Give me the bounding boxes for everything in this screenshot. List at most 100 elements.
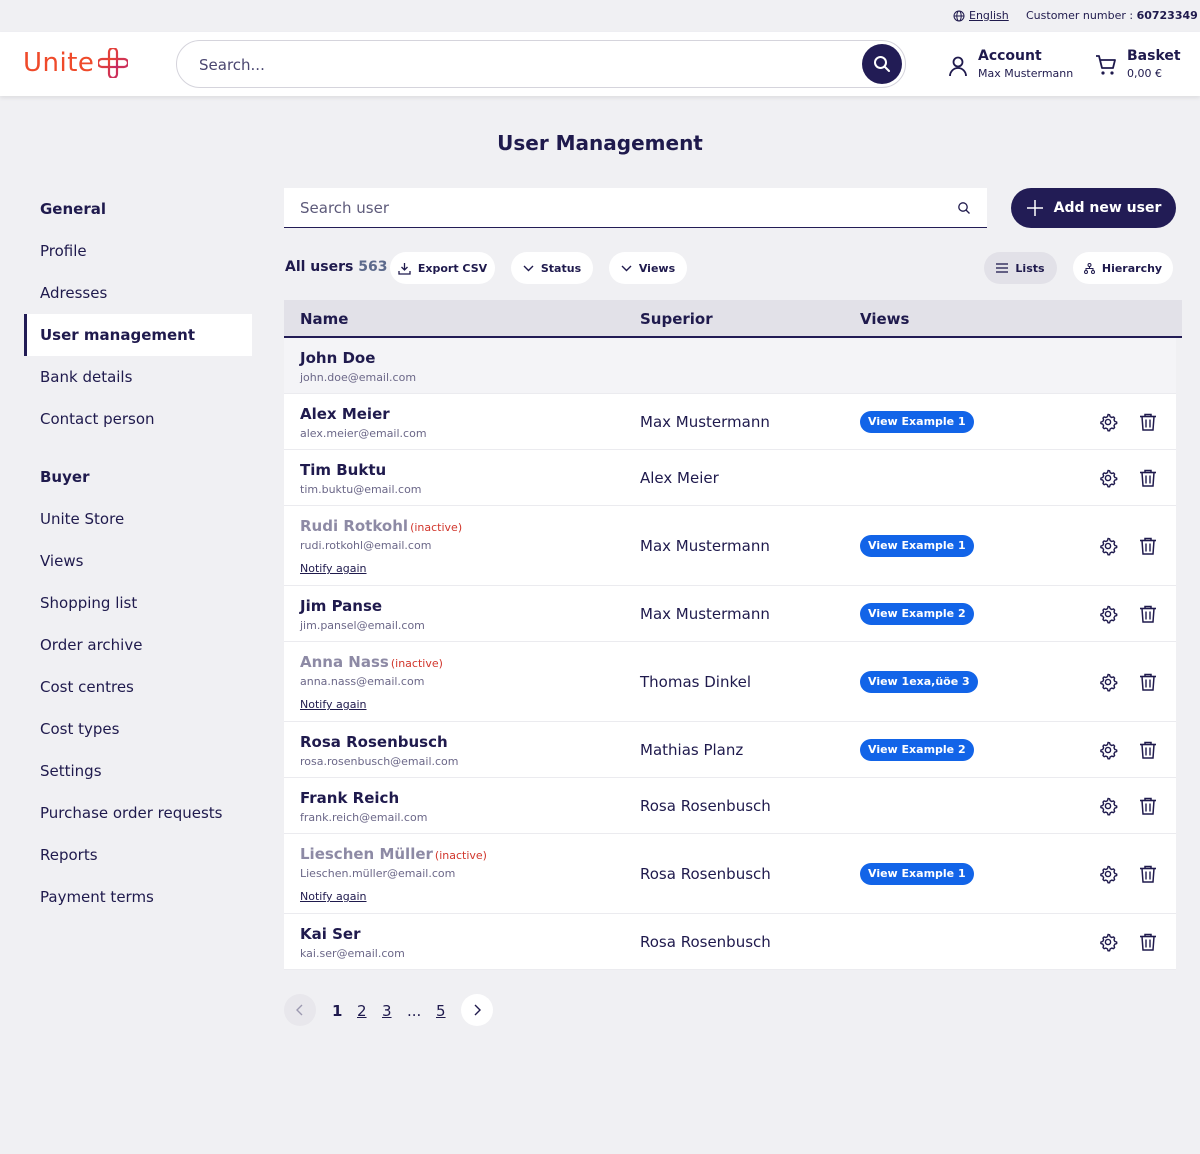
view-badge[interactable]: View Example 2	[860, 603, 974, 625]
delete-trash-icon[interactable]	[1138, 796, 1158, 816]
user-superior: Rosa Rosenbusch	[640, 797, 771, 815]
language-selector[interactable]: English	[953, 9, 1009, 22]
user-email: kai.ser@email.com	[300, 947, 405, 960]
add-new-user-button[interactable]: Add new user	[1011, 188, 1176, 228]
sidebar-item-payment-terms[interactable]: Payment terms	[24, 876, 252, 918]
user-name: Kai Ser	[300, 925, 360, 943]
table-row[interactable]: Lieschen Müller (inactive) Lieschen.müller…	[284, 834, 1176, 914]
hierarchy-view-label: Hierarchy	[1101, 261, 1163, 275]
sidebar-item-purchase-order-requests[interactable]: Purchase order requests	[24, 792, 252, 834]
table-row[interactable]: Alex Meier alex.meier@email.com Max Muster…	[284, 394, 1176, 450]
user-name: Anna Nass (inactive)	[300, 653, 443, 671]
views-filter[interactable]: Views	[609, 252, 687, 284]
customer-number-value: 60723349	[1136, 9, 1198, 22]
global-search-input[interactable]	[199, 53, 839, 77]
user-name: John Doe	[300, 349, 375, 367]
table-row[interactable]: Rosa Rosenbusch rosa.rosenbusch@email.com…	[284, 722, 1176, 778]
table-row[interactable]: Tim Buktu tim.buktu@email.com Alex Meier	[284, 450, 1176, 506]
sidebar-item-settings[interactable]: Settings	[24, 750, 252, 792]
delete-trash-icon[interactable]	[1138, 672, 1158, 692]
delete-trash-icon[interactable]	[1138, 604, 1158, 624]
notify-again-link[interactable]: Notify again	[300, 890, 367, 903]
settings-gear-icon[interactable]	[1098, 796, 1118, 816]
user-name: Lieschen Müller (inactive)	[300, 845, 487, 863]
table-row[interactable]: Jim Panse jim.pansel@email.com Max Musterm…	[284, 586, 1176, 642]
table-row[interactable]: Frank Reich frank.reich@email.com Rosa Ros…	[284, 778, 1176, 834]
status-filter[interactable]: Status	[511, 252, 593, 284]
sidebar-group-buyer: Buyer	[40, 468, 90, 486]
delete-trash-icon[interactable]	[1138, 932, 1158, 952]
sidebar-item-contact-person[interactable]: Contact person	[24, 398, 252, 440]
user-search-input[interactable]	[300, 198, 920, 218]
user-superior: Mathias Planz	[640, 741, 744, 759]
language-label[interactable]: English	[969, 9, 1009, 22]
column-header-superior[interactable]: Superior	[640, 310, 713, 328]
pagination-prev-button[interactable]	[284, 994, 316, 1026]
notify-again-link[interactable]: Notify again	[300, 698, 367, 711]
table-row[interactable]: Kai Ser kai.ser@email.com Rosa Rosenbusch	[284, 914, 1176, 970]
delete-trash-icon[interactable]	[1138, 536, 1158, 556]
cart-icon	[1096, 55, 1116, 75]
settings-gear-icon[interactable]	[1098, 740, 1118, 760]
delete-trash-icon[interactable]	[1138, 740, 1158, 760]
user-superior: Max Mustermann	[640, 413, 770, 431]
pagination-page-2[interactable]: 2	[357, 1002, 367, 1020]
pagination-page-3[interactable]: 3	[382, 1002, 392, 1020]
sidebar-item-cost-types[interactable]: Cost types	[24, 708, 252, 750]
view-badge[interactable]: View 1exa,üöe 3	[860, 671, 978, 693]
settings-gear-icon[interactable]	[1098, 536, 1118, 556]
user-name-text: Rosa Rosenbusch	[300, 733, 448, 751]
sidebar-item-reports[interactable]: Reports	[24, 834, 252, 876]
user-email: john.doe@email.com	[300, 371, 417, 384]
sidebar-item-bank-details[interactable]: Bank details	[24, 356, 252, 398]
sidebar-item-views[interactable]: Views	[24, 540, 252, 582]
settings-gear-icon[interactable]	[1098, 604, 1118, 624]
sidebar-item-shopping-list[interactable]: Shopping list	[24, 582, 252, 624]
sidebar-item-unite-store[interactable]: Unite Store	[24, 498, 252, 540]
delete-trash-icon[interactable]	[1138, 864, 1158, 884]
sidebar-item-adresses[interactable]: Adresses	[24, 272, 252, 314]
hierarchy-view-toggle[interactable]: Hierarchy	[1073, 252, 1173, 284]
view-badge[interactable]: View Example 1	[860, 411, 974, 433]
chevron-right-icon	[474, 1004, 481, 1016]
delete-trash-icon[interactable]	[1138, 468, 1158, 488]
sidebar-item-cost-centres[interactable]: Cost centres	[24, 666, 252, 708]
table-row[interactable]: Rudi Rotkohl (inactive) rudi.rotkohl@email…	[284, 506, 1176, 586]
user-superior: Rosa Rosenbusch	[640, 865, 771, 883]
settings-gear-icon[interactable]	[1098, 412, 1118, 432]
sidebar-item-profile[interactable]: Profile	[24, 230, 252, 272]
notify-again-link[interactable]: Notify again	[300, 562, 367, 575]
table-row[interactable]: John Doe john.doe@email.com	[284, 338, 1176, 394]
logo[interactable]: Unite	[23, 48, 129, 78]
column-header-views[interactable]: Views	[860, 310, 909, 328]
pagination-ellipsis: ...	[407, 1002, 422, 1020]
column-header-name[interactable]: Name	[300, 310, 348, 328]
pagination-page-1[interactable]: 1	[332, 1002, 342, 1020]
sidebar-item-user-management[interactable]: User management	[24, 314, 252, 356]
settings-gear-icon[interactable]	[1098, 932, 1118, 952]
sidebar-item-order-archive[interactable]: Order archive	[24, 624, 252, 666]
user-email: jim.pansel@email.com	[300, 619, 425, 632]
account-link[interactable]: Account Max Mustermann	[948, 48, 1073, 80]
settings-gear-icon[interactable]	[1098, 864, 1118, 884]
search-icon[interactable]	[957, 201, 971, 215]
settings-gear-icon[interactable]	[1098, 468, 1118, 488]
all-users-label: All users	[285, 259, 354, 275]
logo-mark-icon	[98, 48, 129, 78]
settings-gear-icon[interactable]	[1098, 672, 1118, 692]
view-badge[interactable]: View Example 1	[860, 863, 974, 885]
account-name: Max Mustermann	[978, 67, 1074, 80]
pagination-page-5[interactable]: 5	[436, 1002, 446, 1020]
list-icon	[996, 263, 1009, 273]
delete-trash-icon[interactable]	[1138, 412, 1158, 432]
view-badge[interactable]: View Example 2	[860, 739, 974, 761]
user-email: Lieschen.müller@email.com	[300, 867, 456, 880]
lists-view-toggle[interactable]: Lists	[984, 252, 1057, 284]
table-row[interactable]: Anna Nass (inactive) anna.nass@email.com No…	[284, 642, 1176, 722]
user-name-text: Tim Buktu	[300, 461, 387, 479]
view-badge[interactable]: View Example 1	[860, 535, 974, 557]
export-csv-button[interactable]: Export CSV	[390, 252, 495, 284]
pagination-next-button[interactable]	[461, 994, 493, 1026]
basket-link[interactable]: Basket 0,00 €	[1095, 48, 1181, 80]
global-search-button[interactable]	[862, 44, 902, 84]
